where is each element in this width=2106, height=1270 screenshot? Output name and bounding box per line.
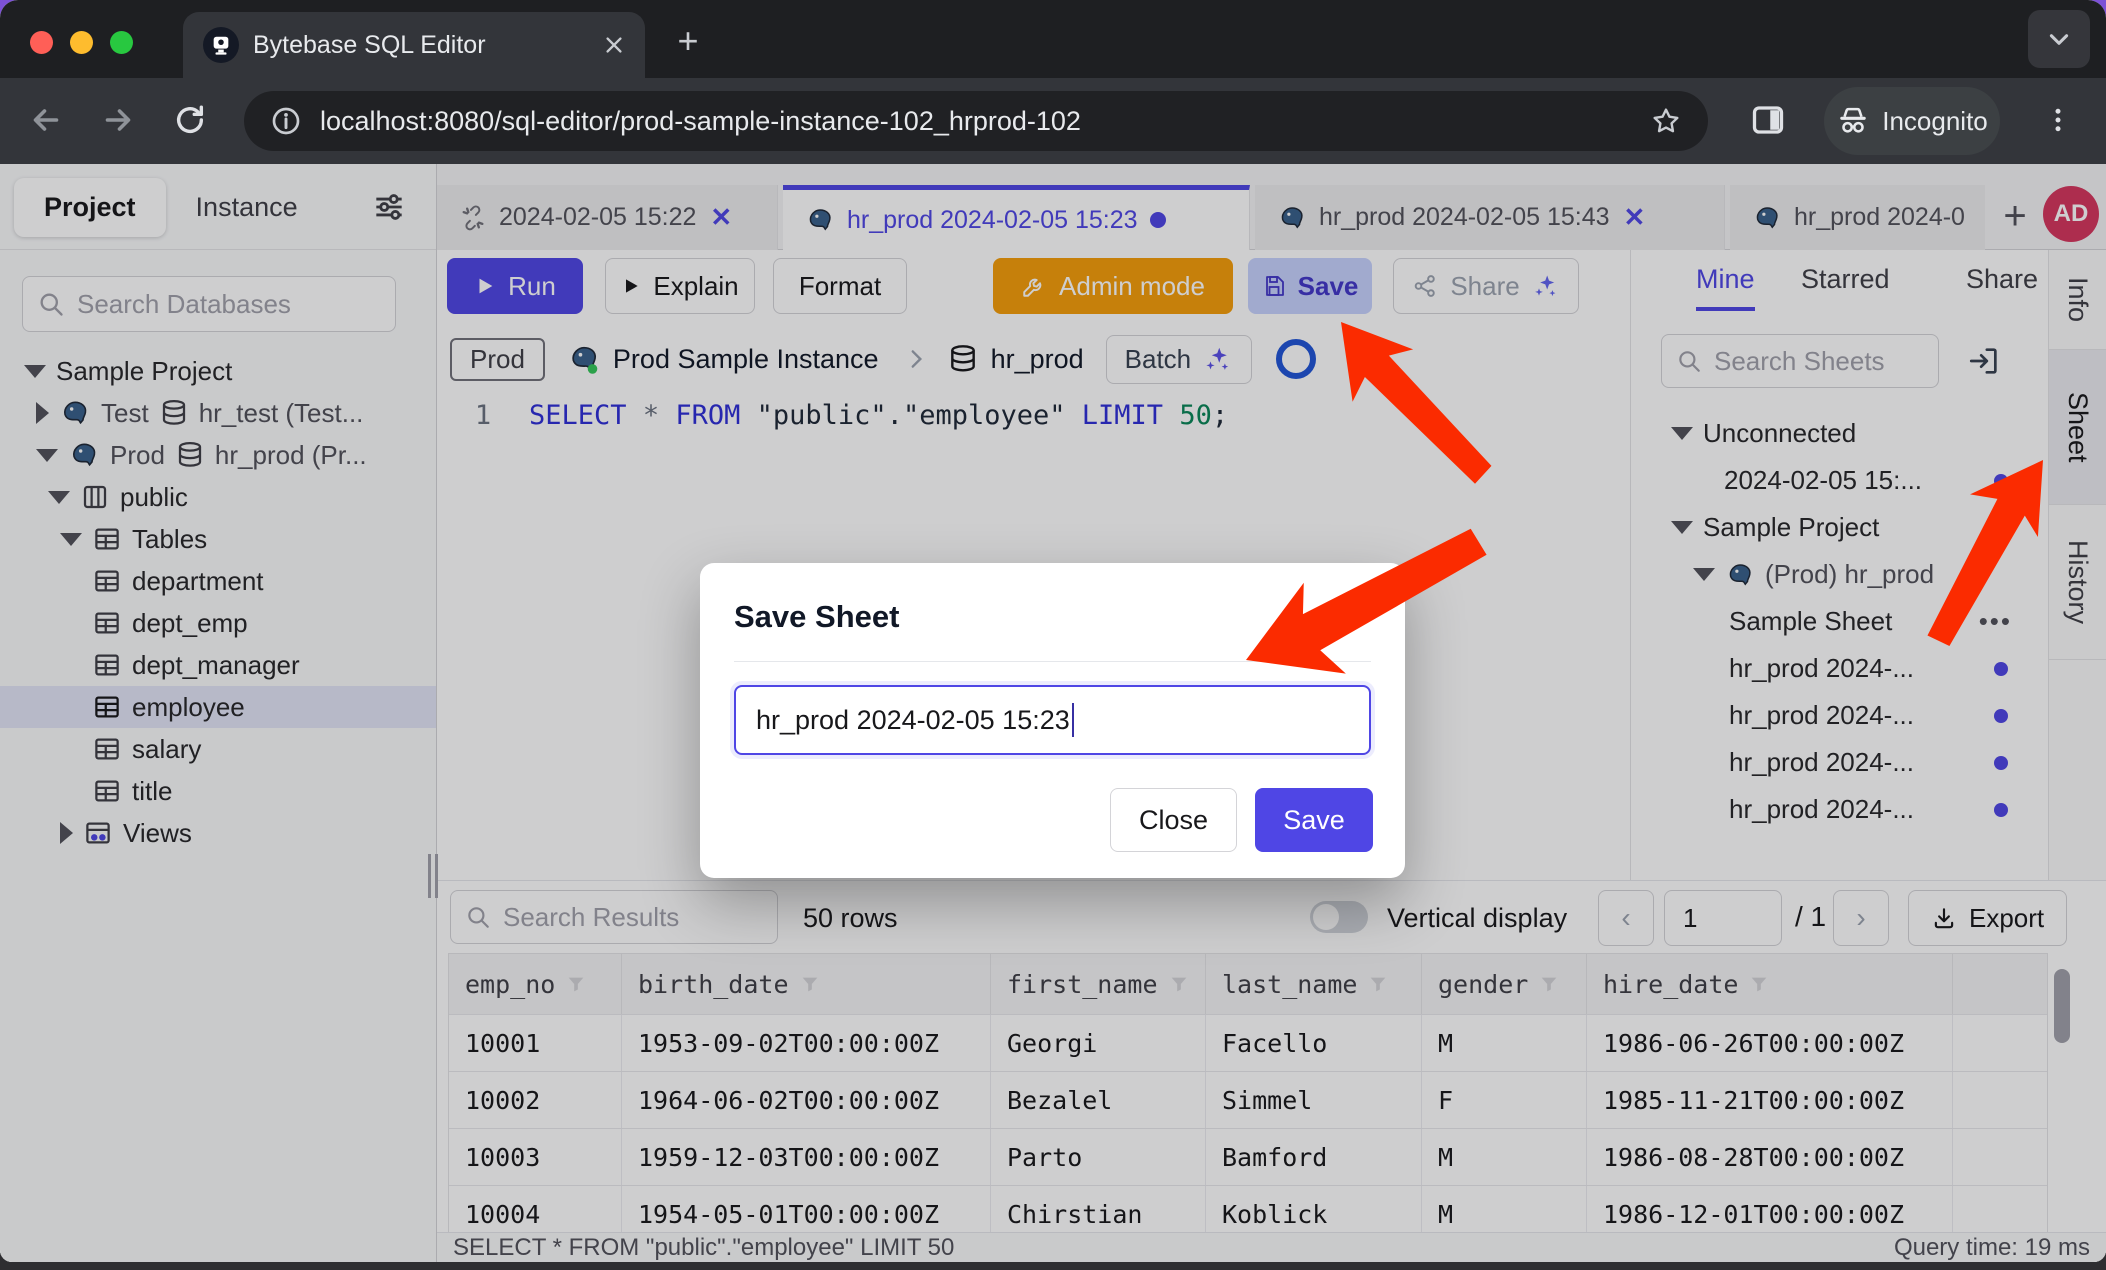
save-sheet-dialog: Save Sheet ✕ hr_prod 2024-02-05 15:23 Cl…: [700, 563, 1405, 878]
browser-tab-strip: Bytebase SQL Editor +: [0, 0, 2106, 78]
url-text: localhost:8080/sql-editor/prod-sample-in…: [320, 106, 1632, 137]
incognito-label: Incognito: [1882, 106, 1988, 137]
dialog-close-button[interactable]: Close: [1110, 788, 1237, 852]
dialog-divider: [734, 661, 1371, 662]
reload-button[interactable]: [166, 96, 214, 144]
new-tab-button[interactable]: +: [668, 22, 708, 62]
sheet-name-input[interactable]: hr_prod 2024-02-05 15:23: [734, 685, 1371, 755]
dialog-title: Save Sheet: [734, 599, 899, 635]
back-button[interactable]: [22, 96, 70, 144]
tab-close-icon[interactable]: [603, 34, 625, 56]
browser-window: Bytebase SQL Editor + localhost:8080/sql…: [0, 0, 2106, 1262]
site-info-icon[interactable]: [270, 105, 302, 137]
chevron-down-icon: [2046, 26, 2072, 52]
browser-toolbar: localhost:8080/sql-editor/prod-sample-in…: [0, 78, 2106, 164]
browser-tab[interactable]: Bytebase SQL Editor: [183, 12, 645, 78]
browser-menu-button[interactable]: [2034, 96, 2082, 144]
forward-button[interactable]: [94, 96, 142, 144]
address-bar[interactable]: localhost:8080/sql-editor/prod-sample-in…: [244, 91, 1708, 151]
dialog-close-icon[interactable]: ✕: [1342, 597, 1369, 635]
incognito-icon: [1836, 104, 1870, 138]
bookmark-star-icon[interactable]: [1650, 105, 1682, 137]
macos-close-light[interactable]: [30, 31, 53, 54]
macos-minimize-light[interactable]: [70, 31, 93, 54]
text-caret: [1072, 703, 1074, 737]
bytebase-favicon: [203, 27, 239, 63]
side-panel-icon[interactable]: [1744, 96, 1792, 144]
macos-zoom-light[interactable]: [110, 31, 133, 54]
dialog-save-button[interactable]: Save: [1255, 788, 1373, 852]
tab-search-chevron-button[interactable]: [2028, 10, 2090, 68]
incognito-badge: Incognito: [1824, 87, 2000, 155]
browser-tab-title: Bytebase SQL Editor: [253, 31, 589, 60]
